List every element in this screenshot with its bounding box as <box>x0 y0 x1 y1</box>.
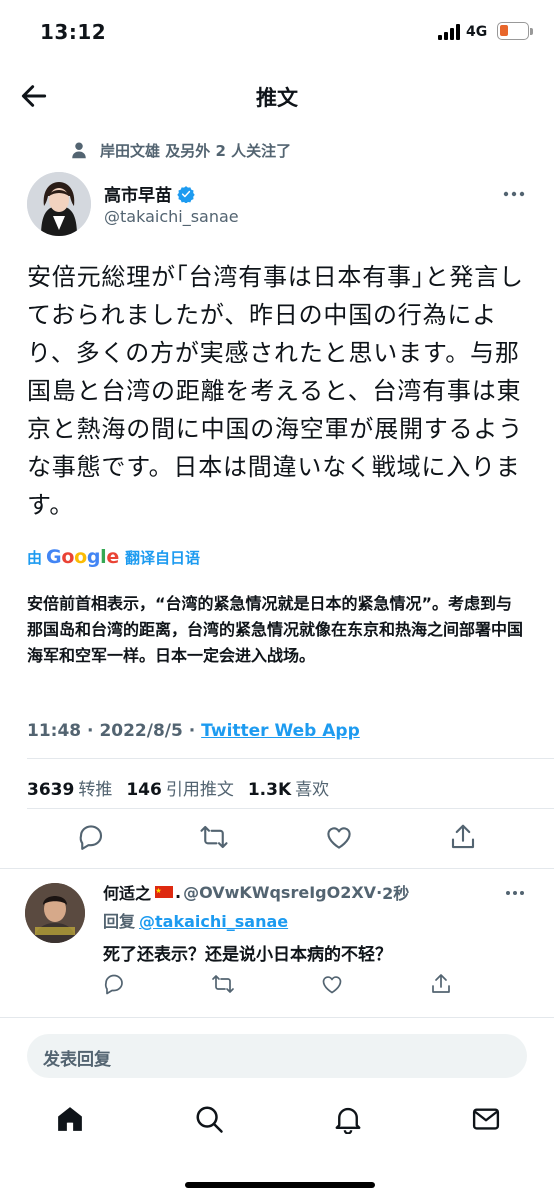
reply-like-icon[interactable] <box>320 972 344 996</box>
search-icon[interactable] <box>194 1104 224 1134</box>
network-label: 4G <box>466 24 488 40</box>
retweet-count: 3639 <box>27 780 75 800</box>
retweet-label: 转推 <box>78 780 113 800</box>
tweet-source-link[interactable]: Twitter Web App <box>201 721 360 741</box>
reply-to-line: 回复 @takaichi_sanae <box>103 908 288 932</box>
divider <box>27 758 554 759</box>
translate-source-label: 翻译自日语 <box>124 548 200 567</box>
google-logo: Google <box>46 546 119 568</box>
notifications-icon[interactable] <box>333 1104 363 1134</box>
battery-icon <box>497 22 529 40</box>
tweet-action-bar <box>0 822 554 860</box>
retweet-icon[interactable] <box>199 822 229 852</box>
quote-label: 引用推文 <box>165 780 234 800</box>
compose-placeholder: 发表回复 <box>43 1050 111 1070</box>
page-title: 推文 <box>256 86 298 110</box>
reply-compose-input[interactable]: 发表回复 <box>27 1034 527 1078</box>
reply-text: 死了还表示？还是说小日本病的不轻？ <box>103 945 392 965</box>
divider <box>27 808 554 809</box>
like-label: 喜欢 <box>295 780 330 800</box>
social-context[interactable]: 岸田文雄 及另外 2 人关注了 <box>70 138 291 162</box>
translate-attribution[interactable]: 由 Google 翻译自日语 <box>27 546 200 568</box>
retweet-stat[interactable]: 3639 转推 <box>27 775 112 800</box>
china-flag-icon <box>155 886 174 898</box>
author-name[interactable]: 高市早苗 <box>104 181 195 206</box>
home-indicator <box>185 1182 375 1188</box>
person-icon <box>72 142 86 159</box>
meta-separator: · <box>87 721 94 741</box>
author-handle[interactable]: @takaichi_sanae <box>104 207 239 226</box>
quote-stat[interactable]: 146 引用推文 <box>126 775 234 800</box>
reply-retweet-icon[interactable] <box>211 972 235 996</box>
reply-to-label: 回复 <box>103 912 136 931</box>
reply-reply-icon[interactable] <box>102 972 126 996</box>
tweet-time: 11:48 <box>27 721 82 741</box>
reply-more-options-icon[interactable] <box>503 884 527 902</box>
reply-header: 何适之 . @OVwKWqsreIgO2XV · 2秒 <box>103 880 409 904</box>
translated-text: 安倍前首相表示，“台湾的紧急情况就是日本的紧急情况”。考虑到与那国岛和台湾的距离… <box>27 594 524 665</box>
messages-icon[interactable] <box>471 1104 501 1134</box>
social-context-text: 岸田文雄 及另外 2 人关注了 <box>100 141 292 160</box>
author-avatar[interactable] <box>27 172 91 236</box>
reply-to-handle[interactable]: @takaichi_sanae <box>139 912 288 931</box>
share-icon[interactable] <box>448 822 478 852</box>
like-icon[interactable] <box>324 822 354 852</box>
reply-share-icon[interactable] <box>429 972 453 996</box>
nav-header: 推文 <box>0 64 554 126</box>
meta-separator-2: · <box>188 721 196 741</box>
divider <box>0 868 554 869</box>
tweet-text: 安倍元総理が｢台湾有事は日本有事｣と発言しておられましたが、昨日の中国の行為によ… <box>27 263 524 519</box>
signal-icon <box>438 24 462 40</box>
author-name-text: 高市早苗 <box>104 186 172 206</box>
more-options-icon[interactable] <box>500 184 528 204</box>
home-icon[interactable] <box>55 1104 85 1134</box>
reply-time: 2秒 <box>382 884 410 903</box>
status-time: 13:12 <box>40 20 107 44</box>
reply-author-name[interactable]: 何适之 <box>103 880 151 904</box>
quote-count: 146 <box>126 780 162 800</box>
tweet-timestamp: 11:48 · 2022/8/5 · Twitter Web App <box>27 721 360 741</box>
tweet-stats: 3639 转推 146 引用推文 1.3K 喜欢 <box>27 775 343 800</box>
divider <box>0 1017 554 1018</box>
reply-icon[interactable] <box>76 822 106 852</box>
tweet-date: 2022/8/5 <box>99 721 183 741</box>
like-count: 1.3K <box>247 780 292 800</box>
reply-avatar[interactable] <box>25 883 85 943</box>
status-bar: 13:12 4G <box>0 0 554 64</box>
reply-author-handle[interactable]: @OVwKWqsreIgO2XV <box>183 883 376 902</box>
like-stat[interactable]: 1.3K 喜欢 <box>248 775 329 800</box>
reply-name-dot: . <box>175 882 182 902</box>
verified-badge-icon <box>177 185 195 203</box>
translate-by-label: 由 <box>27 548 43 567</box>
